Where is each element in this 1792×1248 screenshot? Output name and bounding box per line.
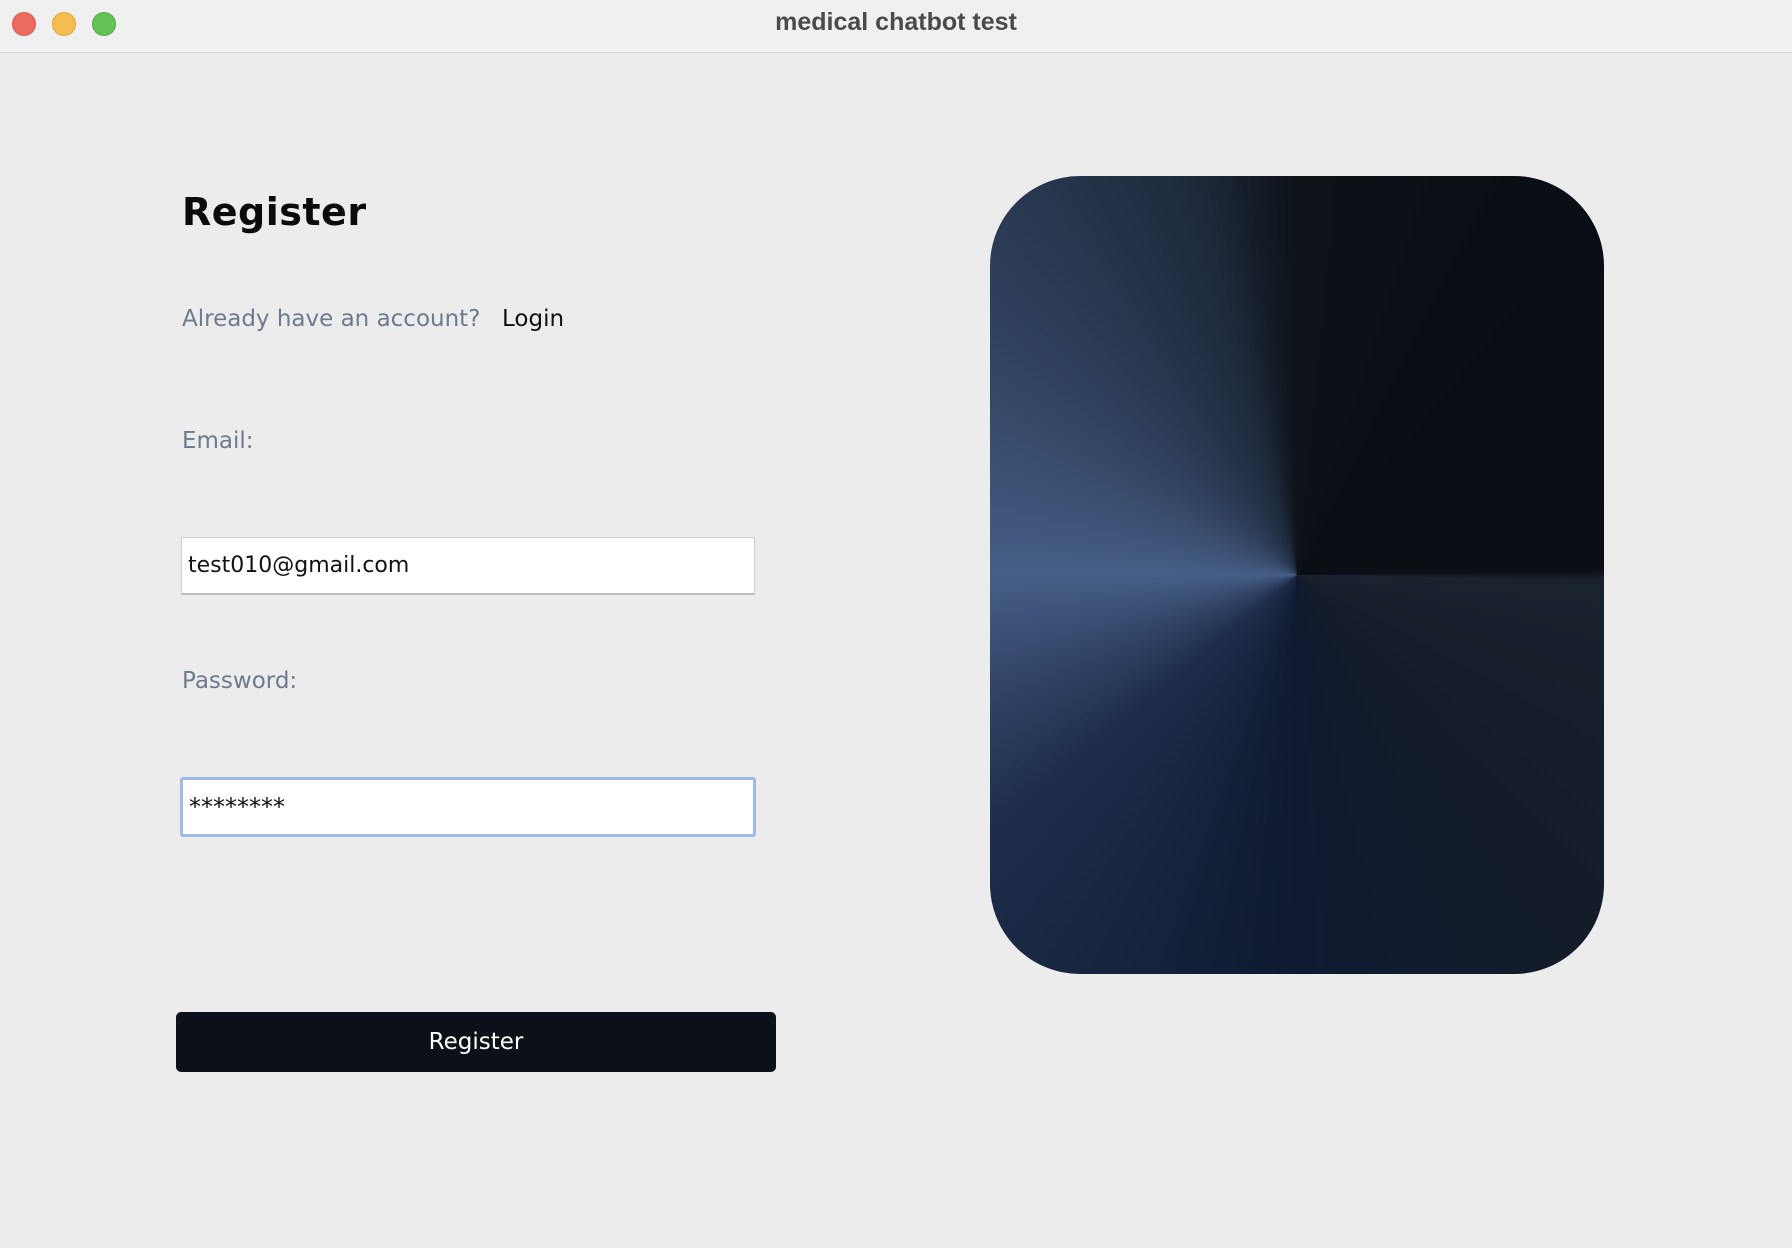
window-title: medical chatbot test	[775, 8, 1017, 36]
password-label: Password:	[182, 668, 298, 694]
title-bar: medical chatbot test	[0, 0, 1792, 53]
register-button[interactable]: Register	[176, 1012, 776, 1072]
page-title: Register	[182, 190, 367, 234]
email-field[interactable]	[181, 537, 755, 595]
decorative-gradient-panel	[990, 176, 1604, 974]
password-field[interactable]	[180, 777, 756, 837]
already-have-account-text: Already have an account?	[182, 306, 481, 332]
login-link[interactable]: Login	[502, 306, 564, 332]
app-window: medical chatbot test Register Already ha…	[0, 0, 1792, 1248]
email-label: Email:	[182, 428, 254, 454]
